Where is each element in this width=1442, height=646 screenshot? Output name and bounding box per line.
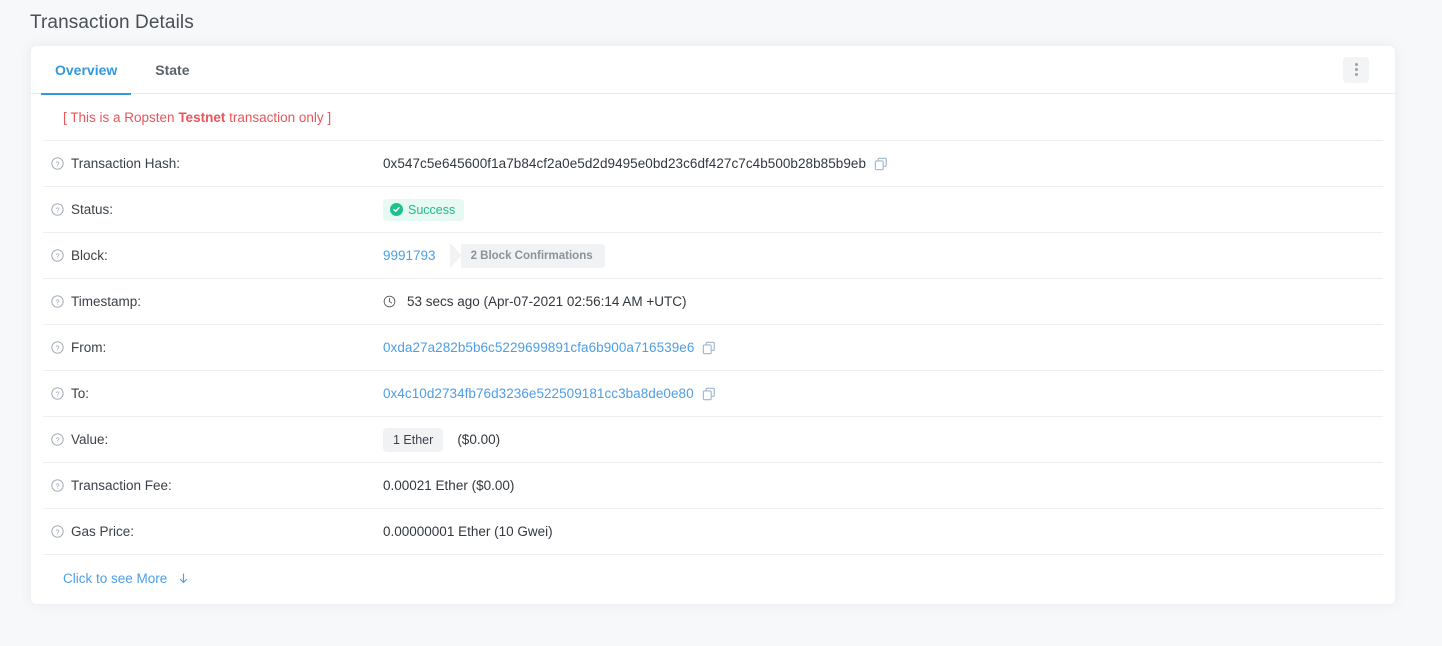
svg-text:?: ? xyxy=(55,297,59,306)
svg-text:?: ? xyxy=(55,389,59,398)
row-value: ? Value: 1 Ether ($0.00) xyxy=(43,417,1383,463)
kebab-dot xyxy=(1355,73,1358,76)
transaction-details-page: Transaction Details Overview State [ Thi… xyxy=(0,0,1442,646)
tab-overview[interactable]: Overview xyxy=(41,46,131,94)
gas-price-value: 0.00000001 Ether (10 Gwei) xyxy=(383,524,553,539)
svg-text:?: ? xyxy=(55,159,59,168)
value-amount-badge: 1 Ether xyxy=(383,428,443,452)
help-circle-icon[interactable]: ? xyxy=(51,525,64,538)
transaction-fee-value: 0.00021 Ether ($0.00) xyxy=(383,478,514,493)
label-text: From: xyxy=(71,340,106,355)
arrow-down-icon[interactable] xyxy=(177,572,190,585)
row-value-block: 9991793 2 Block Confirmations xyxy=(383,244,1383,268)
row-transaction-hash: ? Transaction Hash: 0x547c5e645600f1a7b8… xyxy=(43,141,1383,187)
row-value-amount: 1 Ether ($0.00) xyxy=(383,428,1383,452)
label-text: Block: xyxy=(71,248,108,263)
status-badge: Success xyxy=(383,199,464,221)
block-number-link[interactable]: 9991793 xyxy=(383,248,436,263)
card-footer: Click to see More xyxy=(43,555,1383,604)
detail-rows: ? Transaction Hash: 0x547c5e645600f1a7b8… xyxy=(31,141,1395,555)
label-text: Status: xyxy=(71,202,113,217)
help-circle-icon[interactable]: ? xyxy=(51,295,64,308)
tab-bar: Overview State xyxy=(31,46,1395,94)
row-value-timestamp: 53 secs ago (Apr-07-2021 02:56:14 AM +UT… xyxy=(383,294,1383,309)
status-badge-label: Success xyxy=(408,203,455,217)
svg-text:?: ? xyxy=(55,251,59,260)
tab-overview-label: Overview xyxy=(55,62,117,78)
transaction-hash-value: 0x547c5e645600f1a7b84cf2a0e5d2d9495e0bd2… xyxy=(383,156,866,171)
row-value-transaction-hash: 0x547c5e645600f1a7b84cf2a0e5d2d9495e0bd2… xyxy=(383,156,1383,171)
row-value-gas-price: 0.00000001 Ether (10 Gwei) xyxy=(383,524,1383,539)
click-to-see-more-link[interactable]: Click to see More xyxy=(63,571,167,586)
label-text: Value: xyxy=(71,432,108,447)
row-label-to: ? To: xyxy=(43,386,383,401)
row-status: ? Status: Success xyxy=(43,187,1383,233)
row-label-transaction-hash: ? Transaction Hash: xyxy=(43,156,383,171)
transaction-card: Overview State [ This is a Ropsten Testn… xyxy=(30,45,1396,605)
row-transaction-fee: ? Transaction Fee: 0.00021 Ether ($0.00) xyxy=(43,463,1383,509)
block-confirmations-wrap: 2 Block Confirmations xyxy=(450,244,605,268)
copy-icon[interactable] xyxy=(702,341,716,355)
help-circle-icon[interactable]: ? xyxy=(51,341,64,354)
help-circle-icon[interactable]: ? xyxy=(51,203,64,216)
row-label-from: ? From: xyxy=(43,340,383,355)
from-address-link[interactable]: 0xda27a282b5b6c5229699891cfa6b900a716539… xyxy=(383,340,694,355)
svg-text:?: ? xyxy=(55,527,59,536)
value-fiat: ($0.00) xyxy=(457,432,500,447)
page-title: Transaction Details xyxy=(0,0,1442,34)
kebab-menu-icon[interactable] xyxy=(1343,57,1369,83)
tab-state[interactable]: State xyxy=(141,46,203,94)
block-confirmations-badge: 2 Block Confirmations xyxy=(461,244,605,268)
row-value-transaction-fee: 0.00021 Ether ($0.00) xyxy=(383,478,1383,493)
label-text: To: xyxy=(71,386,89,401)
tab-state-label: State xyxy=(155,62,189,78)
help-circle-icon[interactable]: ? xyxy=(51,157,64,170)
testnet-banner: [ This is a Ropsten Testnet transaction … xyxy=(43,94,1383,141)
kebab-dot xyxy=(1355,68,1358,71)
help-circle-icon[interactable]: ? xyxy=(51,249,64,262)
help-circle-icon[interactable]: ? xyxy=(51,387,64,400)
check-circle-icon xyxy=(390,203,403,216)
row-label-gas-price: ? Gas Price: xyxy=(43,524,383,539)
clock-icon xyxy=(383,295,396,308)
row-value-to: 0x4c10d2734fb76d3236e522509181cc3ba8de0e… xyxy=(383,386,1383,401)
row-label-value: ? Value: xyxy=(43,432,383,447)
row-value-from: 0xda27a282b5b6c5229699891cfa6b900a716539… xyxy=(383,340,1383,355)
label-text: Timestamp: xyxy=(71,294,141,309)
svg-text:?: ? xyxy=(55,435,59,444)
row-label-timestamp: ? Timestamp: xyxy=(43,294,383,309)
row-from: ? From: 0xda27a282b5b6c5229699891cfa6b90… xyxy=(43,325,1383,371)
copy-icon[interactable] xyxy=(702,387,716,401)
row-value-status: Success xyxy=(383,199,1383,221)
copy-icon[interactable] xyxy=(874,157,888,171)
row-block: ? Block: 9991793 2 Block Confirmations xyxy=(43,233,1383,279)
testnet-banner-prefix: [ This is a Ropsten xyxy=(63,110,178,125)
row-gas-price: ? Gas Price: 0.00000001 Ether (10 Gwei) xyxy=(43,509,1383,555)
timestamp-value: 53 secs ago (Apr-07-2021 02:56:14 AM +UT… xyxy=(407,294,687,309)
label-text: Transaction Fee: xyxy=(71,478,172,493)
label-text: Transaction Hash: xyxy=(71,156,180,171)
row-label-block: ? Block: xyxy=(43,248,383,263)
svg-text:?: ? xyxy=(55,343,59,352)
to-address-link[interactable]: 0x4c10d2734fb76d3236e522509181cc3ba8de0e… xyxy=(383,386,694,401)
help-circle-icon[interactable]: ? xyxy=(51,479,64,492)
help-circle-icon[interactable]: ? xyxy=(51,433,64,446)
kebab-dot xyxy=(1355,63,1358,66)
testnet-banner-emphasis: Testnet xyxy=(178,110,225,125)
row-label-status: ? Status: xyxy=(43,202,383,217)
row-timestamp: ? Timestamp: 53 secs ago (Apr-07-2021 02… xyxy=(43,279,1383,325)
row-label-transaction-fee: ? Transaction Fee: xyxy=(43,478,383,493)
label-text: Gas Price: xyxy=(71,524,134,539)
svg-text:?: ? xyxy=(55,205,59,214)
row-to: ? To: 0x4c10d2734fb76d3236e522509181cc3b… xyxy=(43,371,1383,417)
testnet-banner-suffix: transaction only ] xyxy=(225,110,331,125)
svg-text:?: ? xyxy=(55,481,59,490)
